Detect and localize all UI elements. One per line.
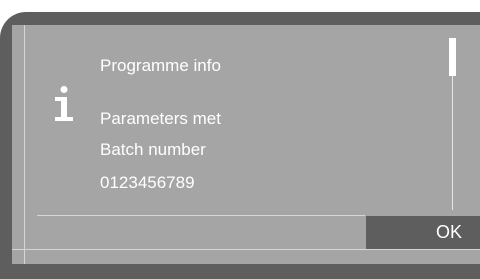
scrollbar-thumb[interactable] (449, 38, 456, 76)
content-separator (37, 215, 365, 216)
batch-number-label: Batch number (100, 140, 206, 159)
programme-info-title: Programme info (100, 56, 221, 75)
batch-number-value: 0123456789 (100, 173, 195, 192)
ok-button[interactable]: OK (366, 216, 480, 249)
parameters-status: Parameters met (100, 109, 221, 128)
frame-line-bottom (12, 249, 480, 250)
info-icon (55, 86, 73, 121)
frame-line-left (24, 25, 25, 264)
